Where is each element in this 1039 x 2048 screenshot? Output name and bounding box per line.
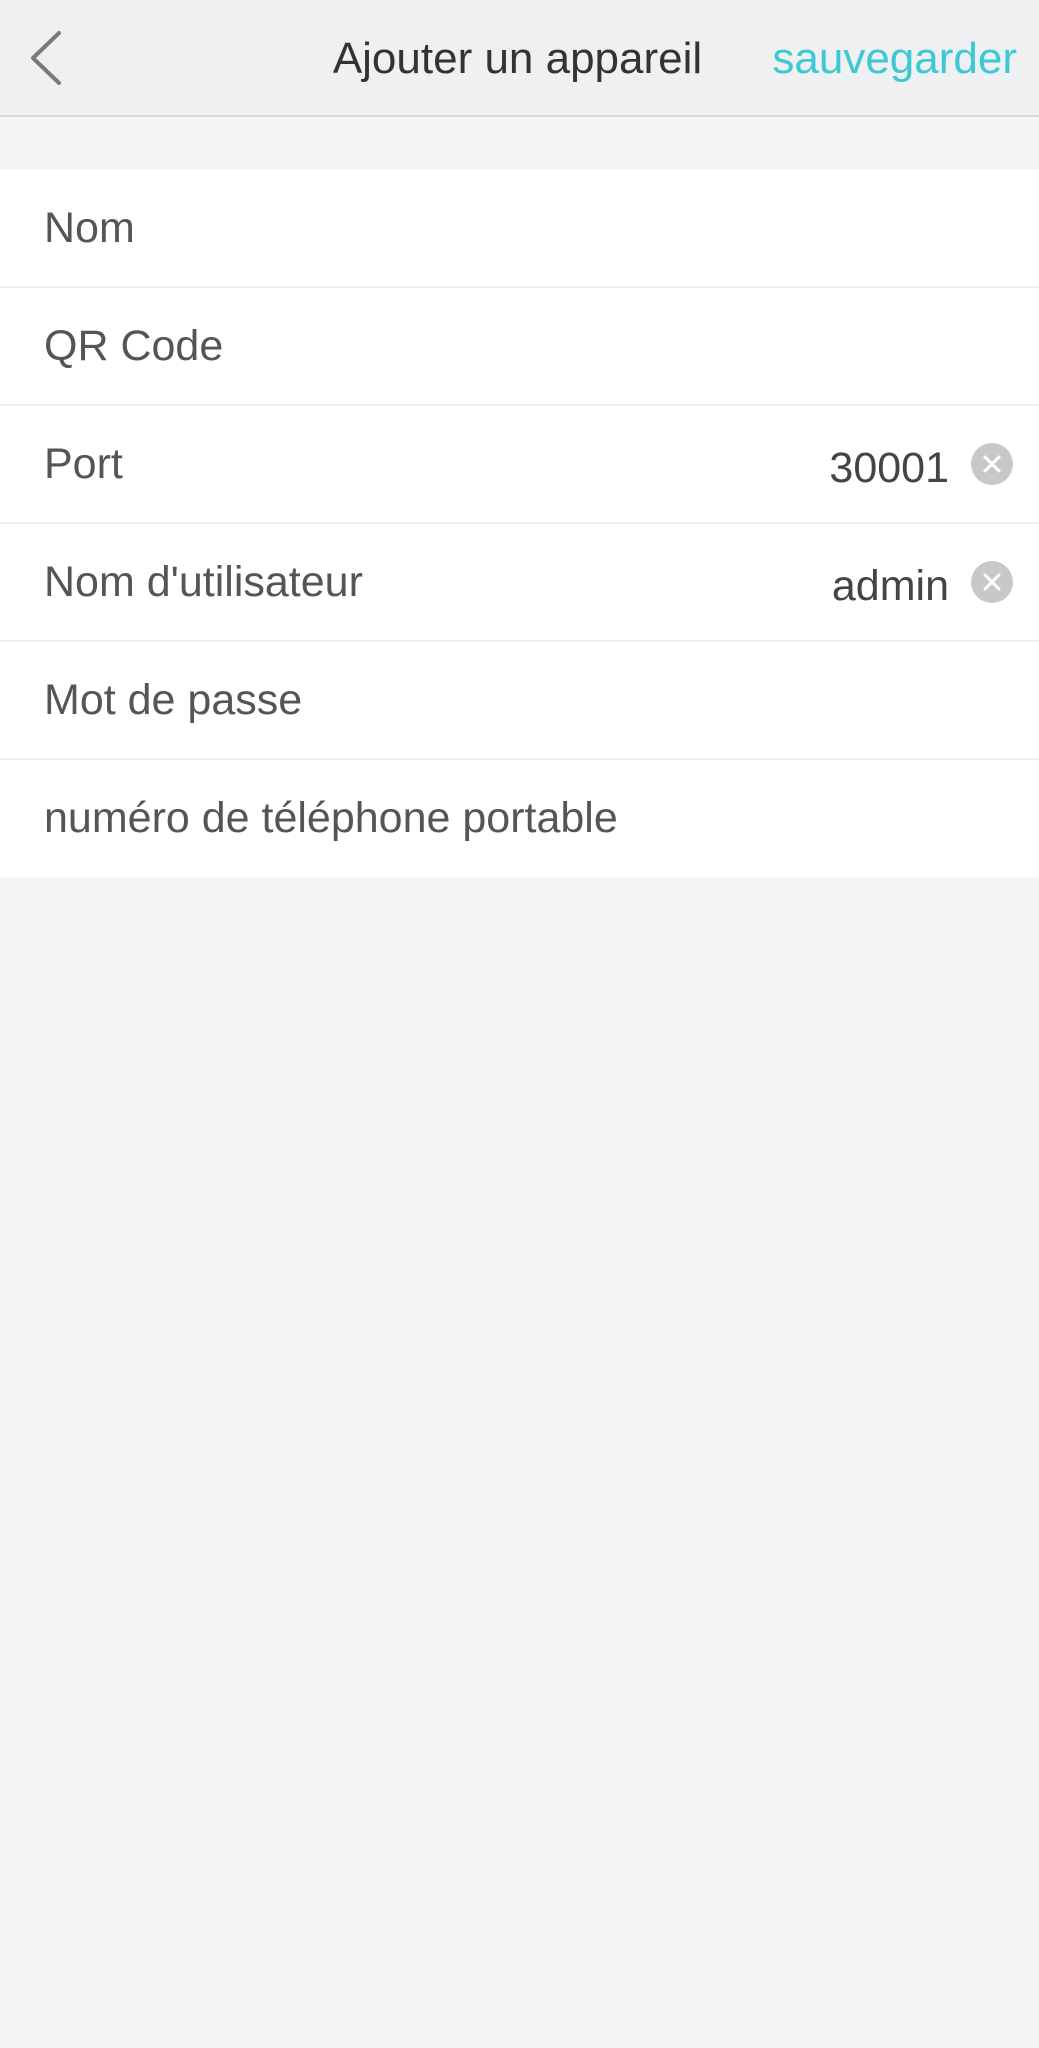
name-field[interactable]: Nom xyxy=(0,170,1039,288)
username-field-value[interactable]: admin xyxy=(832,562,949,611)
username-field-label: Nom d'utilisateur xyxy=(44,557,363,606)
password-field-label: Mot de passe xyxy=(44,675,303,724)
port-clear-icon[interactable] xyxy=(971,443,1013,485)
password-field[interactable]: Mot de passe xyxy=(0,642,1039,760)
mobile-phone-field-label: numéro de téléphone portable xyxy=(44,794,618,842)
qr-code-field-label: QR Code xyxy=(44,321,224,370)
device-form: Nom QR Code Port 30001 Nom d'utilisateur… xyxy=(0,170,1039,877)
name-field-label: Nom xyxy=(44,203,135,252)
page-title-text: Ajouter un appareil xyxy=(332,34,703,83)
qr-code-field[interactable]: QR Code xyxy=(0,288,1039,406)
port-field[interactable]: Port 30001 xyxy=(0,406,1039,524)
username-field[interactable]: Nom d'utilisateur admin xyxy=(0,524,1039,642)
mobile-phone-field[interactable]: numéro de téléphone portable xyxy=(0,760,1039,877)
port-field-label: Port xyxy=(44,439,123,488)
save-button[interactable]: sauvegarder xyxy=(772,0,1017,117)
navigation-bar: Ajouter un appareil sauvegarder xyxy=(0,0,1039,117)
port-field-value[interactable]: 30001 xyxy=(829,444,949,493)
username-clear-icon[interactable] xyxy=(971,561,1013,603)
